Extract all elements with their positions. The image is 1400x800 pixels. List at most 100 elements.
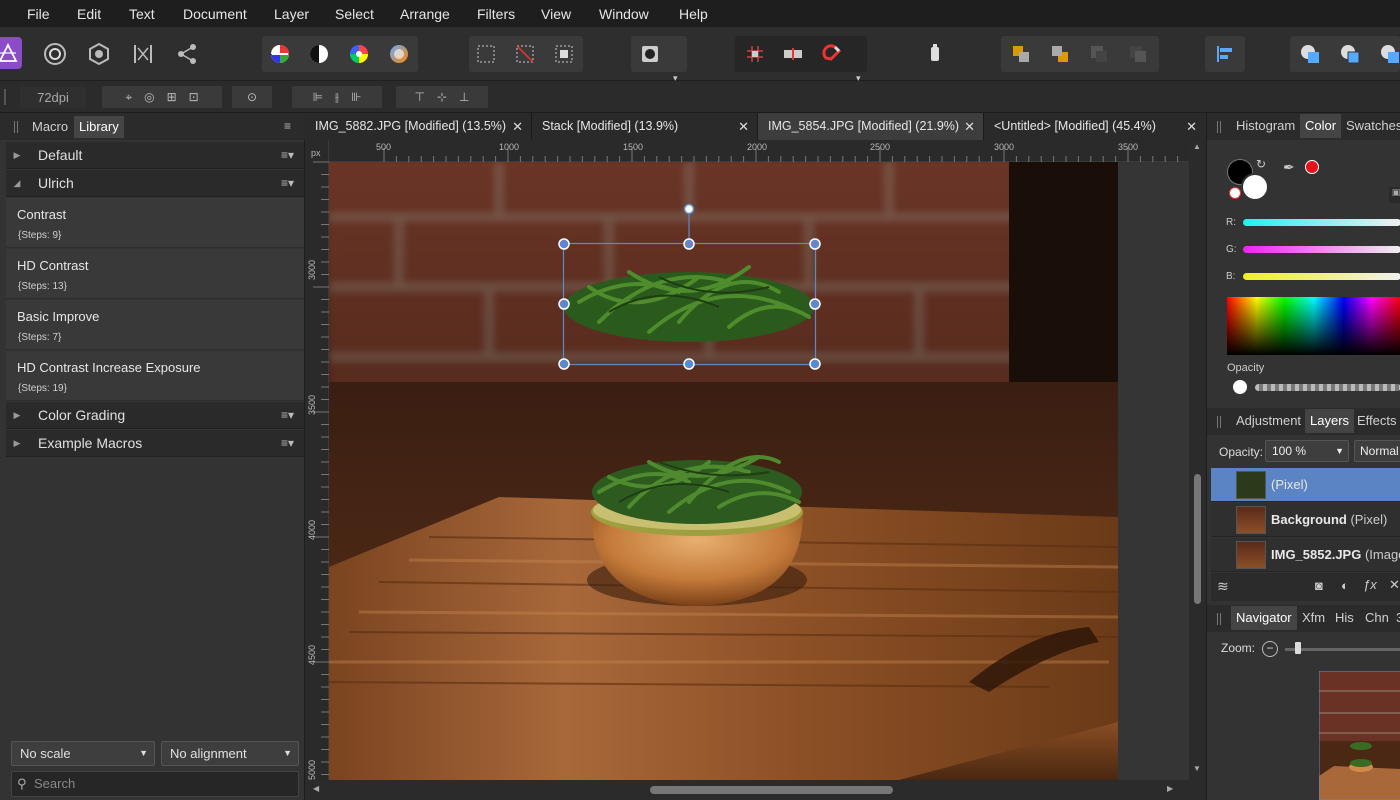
document-canvas[interactable]: [329, 162, 1118, 780]
reset-selection-icon[interactable]: ⊙: [232, 86, 272, 108]
tone-mapping-persona-icon[interactable]: [128, 39, 158, 69]
group-menu-icon[interactable]: ≡▾: [281, 408, 294, 422]
doc-tab-active[interactable]: IMG_5854.JPG [Modified] (21.9%) ✕: [757, 113, 983, 140]
red-slider[interactable]: [1243, 219, 1400, 226]
select-all-icon[interactable]: [471, 39, 501, 69]
doc-tab[interactable]: <Untitled> [Modified] (45.4%) ✕: [983, 113, 1205, 140]
scroll-left-icon[interactable]: ◀: [313, 784, 319, 793]
panel-menu-icon[interactable]: ≡: [284, 119, 291, 133]
move-to-back-icon[interactable]: [1006, 39, 1036, 69]
crop-icon[interactable]: ⊡: [189, 90, 199, 104]
doc-tab[interactable]: Stack [Modified] (13.9%) ✕: [531, 113, 757, 140]
close-icon[interactable]: ✕: [512, 113, 523, 140]
develop-persona-icon[interactable]: [84, 39, 114, 69]
add-shape-icon[interactable]: [1295, 39, 1325, 69]
vertical-ruler[interactable]: px 3000 3500 4000 4500 5000: [305, 140, 329, 780]
alignment-dropdown[interactable]: No alignment ▼: [161, 741, 299, 766]
grid-icon[interactable]: [740, 39, 770, 69]
black-white-icon[interactable]: [304, 39, 334, 69]
mask-layer-icon[interactable]: ◙: [1315, 578, 1323, 593]
menu-filters[interactable]: Filters: [477, 6, 515, 22]
move-back-one-icon[interactable]: [1045, 39, 1075, 69]
zoom-handle[interactable]: [1295, 642, 1301, 654]
scroll-thumb[interactable]: [1194, 474, 1201, 604]
menu-window[interactable]: Window: [599, 6, 649, 22]
group-color-grading[interactable]: ▶ Color Grading ≡▾: [6, 402, 304, 429]
tab-transform[interactable]: Xfm: [1297, 605, 1330, 631]
macro-item[interactable]: HD Contrast Increase Exposure {Steps: 19…: [6, 351, 304, 401]
group-menu-icon[interactable]: ≡▾: [281, 176, 294, 190]
color-picker-icon[interactable]: ✒: [1283, 159, 1295, 176]
dpi-field[interactable]: 72dpi: [20, 86, 86, 108]
menu-document[interactable]: Document: [183, 6, 247, 22]
align-right-ctx-icon[interactable]: ⊪: [351, 90, 361, 104]
blend-mode-dropdown[interactable]: Normal: [1354, 440, 1400, 462]
menu-arrange[interactable]: Arrange: [400, 6, 450, 22]
group-menu-icon[interactable]: ≡▾: [281, 148, 294, 162]
panel-grip-icon[interactable]: [1217, 613, 1221, 625]
align-center-ctx-icon[interactable]: ⫲: [335, 90, 339, 105]
group-example-macros[interactable]: ▶ Example Macros ≡▾: [6, 430, 304, 457]
assistant-icon[interactable]: [920, 39, 950, 69]
menu-text[interactable]: Text: [129, 6, 155, 22]
search-input[interactable]: ⚲ Search: [11, 771, 299, 797]
align-bottom-ctx-icon[interactable]: ⊥: [459, 90, 469, 104]
hsl-icon[interactable]: [344, 39, 374, 69]
tab-library[interactable]: Library: [74, 116, 124, 138]
tab-macro[interactable]: Macro: [27, 113, 73, 140]
menu-file[interactable]: File: [27, 6, 50, 22]
tab-history[interactable]: His: [1330, 605, 1359, 631]
tab-32bit[interactable]: 32: [1391, 605, 1400, 631]
doc-tab[interactable]: IMG_5882.JPG [Modified] (13.5%) ✕: [305, 113, 531, 140]
blue-slider[interactable]: [1243, 273, 1400, 280]
scroll-thumb[interactable]: [650, 786, 893, 794]
close-icon[interactable]: ✕: [964, 113, 975, 140]
macro-item[interactable]: Contrast {Steps: 9}: [6, 198, 304, 248]
layer-row-selected[interactable]: (Pixel): [1211, 468, 1400, 502]
tab-histogram[interactable]: Histogram: [1231, 113, 1300, 139]
menu-layer[interactable]: Layer: [274, 6, 309, 22]
quick-mask-icon[interactable]: [635, 39, 665, 69]
scale-dropdown[interactable]: No scale ▼: [11, 741, 155, 766]
menu-view[interactable]: View: [541, 6, 571, 22]
color-spectrum[interactable]: [1227, 297, 1400, 355]
scroll-right-icon[interactable]: ▶: [1167, 784, 1173, 793]
scroll-up-icon[interactable]: ▲: [1193, 142, 1201, 151]
group-default[interactable]: ▶ Default ≡▾: [6, 142, 304, 169]
align-left-ctx-icon[interactable]: ⊫: [313, 90, 323, 104]
tab-channels[interactable]: Chn: [1360, 605, 1394, 631]
levels-icon[interactable]: [265, 39, 295, 69]
picked-color-swatch[interactable]: [1305, 160, 1319, 174]
menu-select[interactable]: Select: [335, 6, 374, 22]
align-snap-icon[interactable]: [778, 39, 808, 69]
macro-item[interactable]: HD Contrast {Steps: 13}: [6, 249, 304, 299]
scroll-down-icon[interactable]: ▼: [1193, 764, 1201, 773]
close-icon[interactable]: ✕: [1186, 113, 1197, 140]
align-middle-ctx-icon[interactable]: ⊹: [437, 90, 447, 104]
white-balance-icon[interactable]: [384, 39, 414, 69]
fx-icon[interactable]: ƒx: [1363, 577, 1377, 592]
subtract-shape-icon[interactable]: [1335, 39, 1365, 69]
primary-color-well[interactable]: [1241, 173, 1269, 201]
layer-stack-icon[interactable]: ≋: [1217, 578, 1229, 595]
snapping-magnet-icon[interactable]: [817, 39, 847, 69]
green-slider[interactable]: [1243, 246, 1400, 253]
tab-layers[interactable]: Layers: [1305, 409, 1355, 433]
panel-grip-icon[interactable]: [1217, 416, 1221, 428]
transform-icon[interactable]: ⊞: [167, 90, 177, 104]
group-ulrich[interactable]: ◢ Ulrich ≡▾: [6, 170, 304, 197]
move-forward-one-icon[interactable]: [1084, 39, 1114, 69]
panel-grip-icon[interactable]: [14, 121, 18, 133]
crosshair-icon[interactable]: ⌖: [125, 90, 132, 105]
navigator-preview[interactable]: [1319, 671, 1400, 800]
tab-navigator[interactable]: Navigator: [1231, 606, 1297, 630]
menu-edit[interactable]: Edit: [77, 6, 101, 22]
eye-icon[interactable]: ◎: [144, 90, 154, 104]
horizontal-scrollbar[interactable]: ◀ ▶: [305, 780, 1205, 800]
liquify-persona-icon[interactable]: [40, 39, 70, 69]
tab-color[interactable]: Color: [1300, 114, 1342, 138]
layer-row[interactable]: IMG_5852.JPG (Image): [1211, 538, 1400, 572]
delete-layer-icon[interactable]: ✕: [1389, 577, 1400, 593]
zoom-slider[interactable]: [1285, 648, 1400, 651]
move-to-front-icon[interactable]: [1123, 39, 1153, 69]
